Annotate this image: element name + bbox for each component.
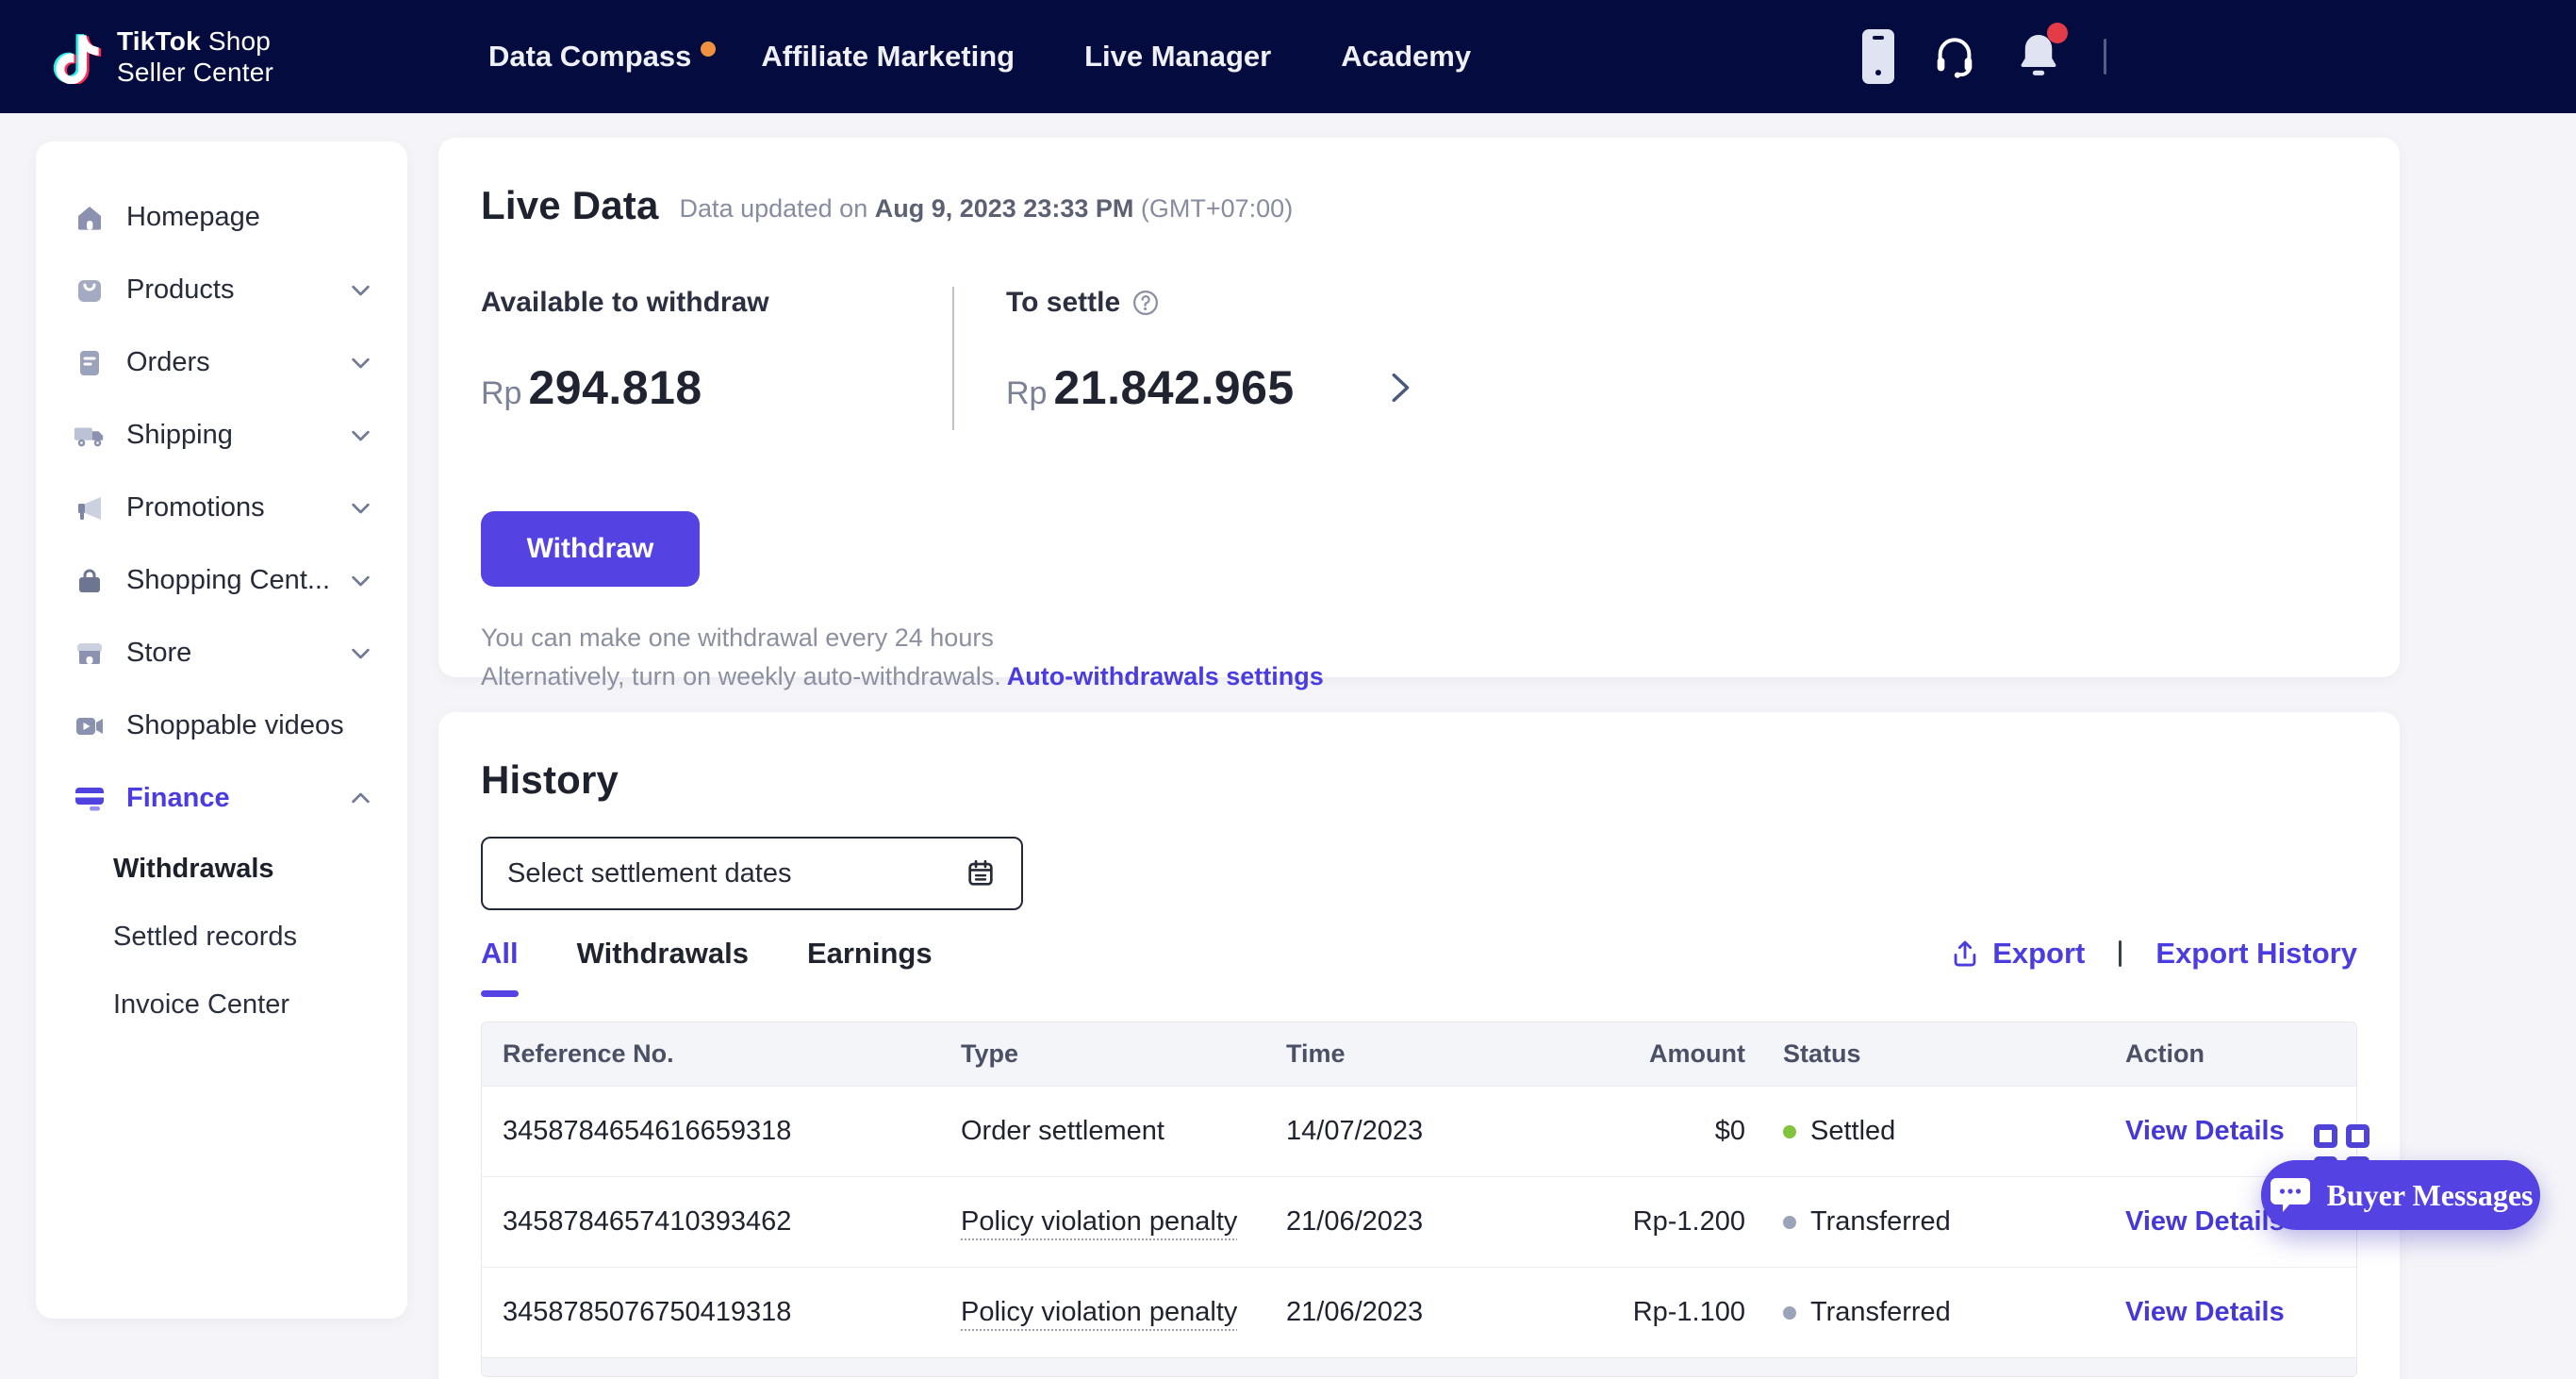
status-dot — [1783, 1306, 1796, 1320]
document-icon — [74, 347, 106, 379]
type-cell: Order settlement — [961, 1116, 1286, 1147]
sidebar-item-finance[interactable]: Finance — [36, 762, 407, 835]
chat-bubble-icon — [2269, 1175, 2312, 1215]
type-cell[interactable]: Policy violation penalty — [961, 1297, 1286, 1328]
sidebar-item-shipping[interactable]: Shipping — [36, 399, 407, 472]
time-cell: 21/06/2023 — [1286, 1297, 1613, 1328]
live-data-title: Live Data — [481, 183, 659, 228]
withdrawal-notes: You can make one withdrawal every 24 hou… — [481, 619, 2357, 696]
status-cell: Settled — [1745, 1116, 2125, 1147]
table-row: 3458784657410393462 Policy violation pen… — [482, 1176, 2356, 1267]
settlement-dates-input[interactable]: Select settlement dates — [481, 837, 1023, 910]
sidebar-item-orders[interactable]: Orders — [36, 326, 407, 399]
tiktok-shop-logo[interactable]: TikTok Shop Seller Center — [53, 25, 273, 88]
table-row: 3458784654616659318 Order settlement 14/… — [482, 1086, 2356, 1176]
history-tabs-row: All Withdrawals Earnings Export Export H… — [481, 937, 2357, 997]
table-row: 3458785076750419318 Policy violation pen… — [482, 1267, 2356, 1357]
chevron-down-icon — [348, 423, 373, 448]
nav-item-live-manager[interactable]: Live Manager — [1084, 40, 1271, 74]
video-camera-icon — [74, 710, 106, 742]
sidebar-item-shoppable-videos[interactable]: Shoppable videos — [36, 690, 407, 762]
navbar-icons — [1862, 0, 2106, 113]
sidebar-subitem-withdrawals[interactable]: Withdrawals — [36, 835, 407, 903]
nav-item-data-compass[interactable]: Data Compass — [488, 40, 691, 74]
navbar-divider — [2104, 39, 2106, 75]
sidebar-subitem-invoice-center[interactable]: Invoice Center — [36, 971, 407, 1038]
storefront-icon — [74, 638, 106, 670]
chevron-down-icon — [348, 277, 373, 303]
history-title: History — [481, 757, 2357, 803]
view-details-link[interactable]: View Details — [2125, 1297, 2356, 1328]
sidebar-item-store[interactable]: Store — [36, 617, 407, 690]
available-amount: Rp294.818 — [481, 360, 952, 415]
tab-withdrawals[interactable]: Withdrawals — [577, 937, 749, 997]
notification-badge — [2047, 23, 2068, 43]
sidebar-item-shopping-center[interactable]: Shopping Cent... — [36, 544, 407, 617]
amount-cell: Rp-1.100 — [1613, 1297, 1745, 1328]
sidebar-item-promotions[interactable]: Promotions — [36, 472, 407, 544]
status-dot — [1783, 1216, 1796, 1229]
logo-wordmark: TikTok Shop Seller Center — [117, 25, 273, 88]
buyer-messages-button[interactable]: Buyer Messages — [2261, 1160, 2540, 1230]
shopping-bag-icon — [74, 274, 106, 307]
handbag-icon — [74, 565, 106, 597]
reference-no: 3458785076750419318 — [482, 1297, 961, 1328]
chevron-down-icon — [348, 640, 373, 666]
available-to-withdraw-label: Available to withdraw — [481, 287, 952, 319]
tiktok-note-icon — [53, 29, 102, 84]
chevron-down-icon — [348, 568, 373, 593]
live-data-card: Live Data Data updated on Aug 9, 2023 23… — [438, 138, 2400, 677]
table-header-row: Reference No. Type Time Amount Status Ac… — [482, 1022, 2356, 1086]
sidebar-item-products[interactable]: Products — [36, 254, 407, 326]
type-cell[interactable]: Policy violation penalty — [961, 1206, 1286, 1238]
to-settle-label: To settle — [1006, 287, 1419, 319]
auto-withdrawals-settings-link[interactable]: Auto-withdrawals settings — [1007, 662, 1324, 690]
chevron-down-icon — [348, 350, 373, 375]
withdraw-button[interactable]: Withdraw — [481, 511, 700, 587]
sidebar: Homepage Products Orders Shipping Promot… — [36, 141, 407, 1319]
history-card: History Select settlement dates All With… — [438, 712, 2400, 1379]
chevron-up-icon — [348, 786, 373, 811]
nav-item-affiliate-marketing[interactable]: Affiliate Marketing — [761, 40, 1015, 74]
calendar-icon — [965, 857, 997, 889]
status-dot — [1783, 1125, 1796, 1138]
reference-no: 3458784654616659318 — [482, 1116, 961, 1147]
export-button[interactable]: Export — [1949, 937, 2085, 971]
help-icon[interactable] — [1131, 289, 1160, 317]
sidebar-subitem-settled-records[interactable]: Settled records — [36, 903, 407, 971]
mobile-app-icon[interactable] — [1862, 29, 1894, 84]
export-icon — [1949, 938, 1981, 970]
notification-dot — [701, 42, 716, 57]
export-divider — [2119, 940, 2122, 967]
top-navigation-menu: Data Compass Affiliate Marketing Live Ma… — [488, 0, 1471, 113]
notifications-bell-icon[interactable] — [2015, 30, 2062, 84]
tab-all[interactable]: All — [481, 937, 519, 997]
home-icon — [74, 202, 106, 234]
megaphone-icon — [74, 492, 106, 524]
reference-no: 3458784657410393462 — [482, 1206, 961, 1238]
status-cell: Transferred — [1745, 1206, 2125, 1238]
credit-card-icon — [74, 783, 106, 815]
time-cell: 21/06/2023 — [1286, 1206, 1613, 1238]
top-navbar: TikTok Shop Seller Center Data Compass A… — [0, 0, 2576, 113]
to-settle-amount: Rp21.842.965 — [1006, 360, 1419, 415]
export-history-button[interactable]: Export History — [2155, 937, 2357, 971]
chevron-down-icon — [348, 495, 373, 521]
next-row-partial — [482, 1357, 2356, 1376]
amount-cell: $0 — [1613, 1116, 1745, 1147]
support-headset-icon[interactable] — [1930, 32, 1979, 81]
time-cell: 14/07/2023 — [1286, 1116, 1613, 1147]
status-cell: Transferred — [1745, 1297, 2125, 1328]
to-settle-details-arrow-icon[interactable] — [1379, 368, 1419, 407]
sidebar-item-homepage[interactable]: Homepage — [36, 181, 407, 254]
history-table: Reference No. Type Time Amount Status Ac… — [481, 1022, 2357, 1377]
truck-icon — [74, 420, 106, 452]
amount-cell: Rp-1.200 — [1613, 1206, 1745, 1238]
tab-earnings[interactable]: Earnings — [807, 937, 933, 997]
data-updated-text: Data updated on Aug 9, 2023 23:33 PM (GM… — [680, 194, 1294, 228]
nav-item-academy[interactable]: Academy — [1341, 40, 1471, 74]
date-placeholder: Select settlement dates — [507, 858, 791, 889]
